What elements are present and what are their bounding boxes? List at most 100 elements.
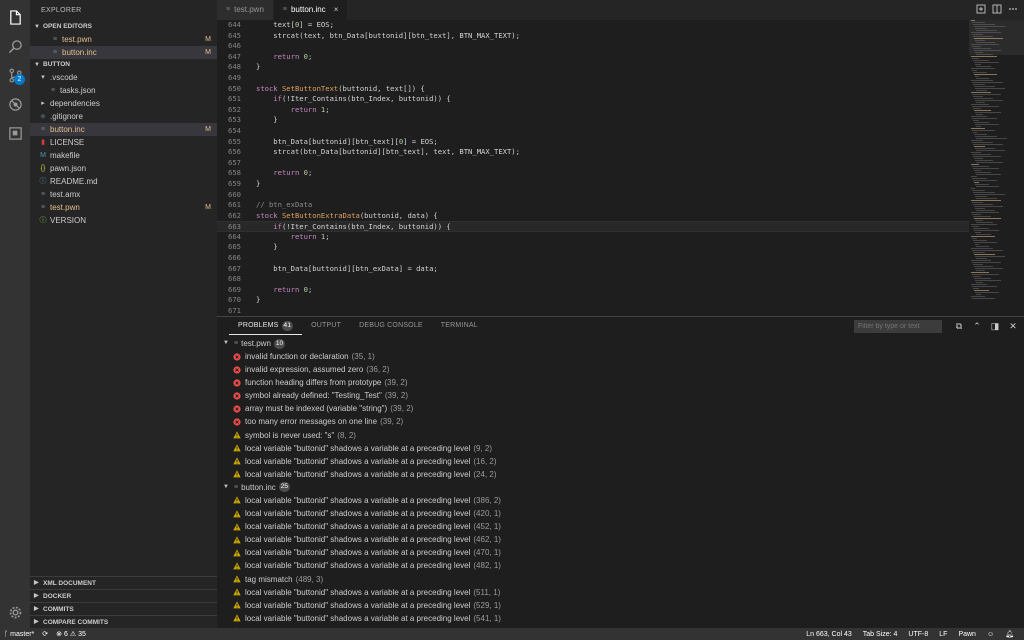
problem-item[interactable]: local variable "buttonid" shadows a vari… [217, 442, 1024, 455]
panel-tab-output[interactable]: OUTPUT [302, 317, 350, 335]
problem-item[interactable]: array must be indexed (variable "string"… [217, 402, 1024, 415]
extensions-icon[interactable] [0, 118, 30, 148]
code-line[interactable]: 662 stock SetButtonExtraData(buttonid, da… [217, 211, 969, 222]
code-line[interactable]: 670} [217, 295, 969, 306]
cursor-position[interactable]: Ln 663, Col 43 [806, 631, 852, 638]
problem-item[interactable]: too many error messages on one line (39, … [217, 415, 1024, 428]
tab-test-pwn[interactable]: ≡ test.pwn [217, 0, 274, 20]
explorer-item[interactable]: ≡ tasks.json [30, 84, 217, 97]
code-line[interactable]: 645 strcat(text, btn_Data[buttonid][btn_… [217, 31, 969, 42]
code-line[interactable]: 664 return 1; [217, 232, 969, 243]
explorer-item[interactable]: ⓘ README.md [30, 175, 217, 188]
close-panel-icon[interactable]: ✕ [1008, 321, 1018, 331]
panel-layout-icon[interactable]: ◨ [990, 321, 1000, 331]
explorer-icon[interactable] [0, 2, 30, 32]
problem-item[interactable]: symbol is never used: "s" (8, 2) [217, 429, 1024, 442]
code-line[interactable]: 663 if(!Iter_Contains(btn_Index, buttoni… [217, 221, 969, 232]
explorer-item[interactable]: ≡ test.amx [30, 188, 217, 201]
branch-indicator[interactable]: ᚴ master* [4, 631, 34, 638]
problem-item[interactable]: local variable "buttonid" shadows a vari… [217, 533, 1024, 546]
close-icon[interactable]: × [334, 0, 339, 20]
language-mode[interactable]: Pawn [958, 631, 976, 638]
open-changes-icon[interactable] [976, 4, 986, 14]
sync-icon[interactable]: ⟳ [42, 630, 48, 638]
problem-item[interactable]: invalid function or declaration (35, 1) [217, 350, 1024, 363]
problems-file-group[interactable]: ▼ ≡ button.inc 25 [217, 481, 1024, 494]
code-line[interactable]: 644 text[0] = EOS; [217, 20, 969, 31]
search-icon[interactable] [0, 31, 30, 61]
code-line[interactable]: 647 return 0; [217, 52, 969, 63]
code-line[interactable]: 660 [217, 190, 969, 201]
bell-icon[interactable]: 🔔︎ [1005, 630, 1014, 638]
code-line[interactable]: 669 return 0; [217, 285, 969, 296]
debug-icon[interactable] [0, 89, 30, 119]
problems-filter-input[interactable] [854, 320, 942, 333]
problems-count[interactable]: ⊗ 6 ⚠ 35 [56, 630, 86, 638]
problem-item[interactable]: local variable "buttonid" shadows a vari… [217, 599, 1024, 612]
explorer-item[interactable]: ▸ dependencies [30, 97, 217, 110]
eol[interactable]: LF [939, 631, 947, 638]
code-line[interactable]: 649 [217, 73, 969, 84]
problem-item[interactable]: local variable "buttonid" shadows a vari… [217, 455, 1024, 468]
code-line[interactable]: 667 btn_Data[buttonid][btn_exData] = dat… [217, 264, 969, 275]
code-line[interactable]: 651 if(!Iter_Contains(btn_Index, buttoni… [217, 94, 969, 105]
explorer-item[interactable]: {} pawn.json [30, 162, 217, 175]
tab-size[interactable]: Tab Size: 4 [863, 631, 898, 638]
collapsed-section-header[interactable]: ▶ COMPARE COMMITS [30, 615, 217, 628]
explorer-item[interactable]: Mmakefile [30, 149, 217, 162]
folder-header[interactable]: ▼ BUTTON [30, 59, 217, 71]
code-line[interactable]: 658 return 0; [217, 168, 969, 179]
code-line[interactable]: 668 [217, 274, 969, 285]
panel-tab-debug-console[interactable]: DEBUG CONSOLE [350, 317, 432, 335]
code-line[interactable]: 646 [217, 41, 969, 52]
more-actions-icon[interactable] [1008, 4, 1018, 14]
code-line[interactable]: 659} [217, 179, 969, 190]
explorer-item[interactable]: ◆ .gitignore [30, 110, 217, 123]
explorer-item[interactable]: ≡ button.inc M [30, 123, 217, 136]
problem-item[interactable]: local variable "buttonid" shadows a vari… [217, 507, 1024, 520]
problem-item[interactable]: function heading differs from prototype(… [217, 376, 1024, 389]
code-line[interactable]: 653 } [217, 115, 969, 126]
code-line[interactable]: 666 [217, 253, 969, 264]
open-editors-header[interactable]: ▼ OPEN EDITORS [30, 21, 217, 33]
problem-item[interactable]: local variable "buttonid" shadows a vari… [217, 612, 1024, 625]
code-line[interactable]: 661 // btn_exData [217, 200, 969, 211]
code-line[interactable]: 654 [217, 126, 969, 137]
open-editor-item[interactable]: ≡ button.inc M [30, 46, 217, 59]
code-line[interactable]: 652 return 1; [217, 105, 969, 116]
maximize-panel-icon[interactable]: ⌃ [972, 321, 982, 331]
problem-item[interactable]: invalid expression, assumed zero (36, 2) [217, 363, 1024, 376]
smiley-icon[interactable]: ☺ [987, 631, 994, 638]
open-editor-item[interactable]: ≡ test.pwn M [30, 33, 217, 46]
tab-button-inc[interactable]: ≡ button.inc × [273, 0, 349, 20]
minimap[interactable] [969, 20, 1024, 316]
problem-item[interactable]: local variable "buttonid" shadows a vari… [217, 520, 1024, 533]
panel-tab-terminal[interactable]: TERMINAL [432, 317, 487, 335]
code-line[interactable]: 657 [217, 158, 969, 169]
code-line[interactable]: 665 } [217, 242, 969, 253]
code-line[interactable]: 671 [217, 306, 969, 316]
problems-file-group[interactable]: ▼ ≡ test.pwn 10 [217, 337, 1024, 350]
collapsed-section-header[interactable]: ▶ DOCKER [30, 589, 217, 602]
code-line[interactable]: 655 btn_Data[buttonid][btn_text][0] = EO… [217, 137, 969, 148]
problem-item[interactable]: local variable "buttonid" shadows a vari… [217, 559, 1024, 572]
gear-icon[interactable] [0, 597, 30, 627]
problem-item[interactable]: local variable "buttonid" shadows a vari… [217, 546, 1024, 559]
collapsed-section-header[interactable]: ▶ COMMITS [30, 602, 217, 615]
panel-tab-problems[interactable]: PROBLEMS 41 [229, 317, 303, 335]
problem-item[interactable]: symbol already defined: "Testing_Test" (3… [217, 389, 1024, 402]
split-editor-icon[interactable] [992, 4, 1002, 14]
collapse-all-icon[interactable]: ⧉ [954, 321, 964, 331]
code-line[interactable]: 656 strcat(btn_Data[buttonid][btn_text],… [217, 147, 969, 158]
code-line[interactable]: 650 stock SetButtonText(buttonid, text[])… [217, 84, 969, 95]
explorer-item[interactable]: ⓘ VERSION [30, 214, 217, 227]
problem-item[interactable]: tag mismatch (489, 3) [217, 573, 1024, 586]
code-editor[interactable]: 644 text[0] = EOS; 645 strcat(text, btn_D… [217, 20, 969, 316]
code-line[interactable]: 648} [217, 62, 969, 73]
problem-item[interactable]: local variable "buttonid" shadows a vari… [217, 468, 1024, 481]
explorer-item[interactable]: ▾ .vscode [30, 71, 217, 84]
collapsed-section-header[interactable]: ▶ XML DOCUMENT [30, 576, 217, 589]
problem-item[interactable]: local variable "buttonid" shadows a vari… [217, 494, 1024, 507]
explorer-item[interactable]: ≡ test.pwn M [30, 201, 217, 214]
encoding[interactable]: UTF-8 [908, 631, 928, 638]
